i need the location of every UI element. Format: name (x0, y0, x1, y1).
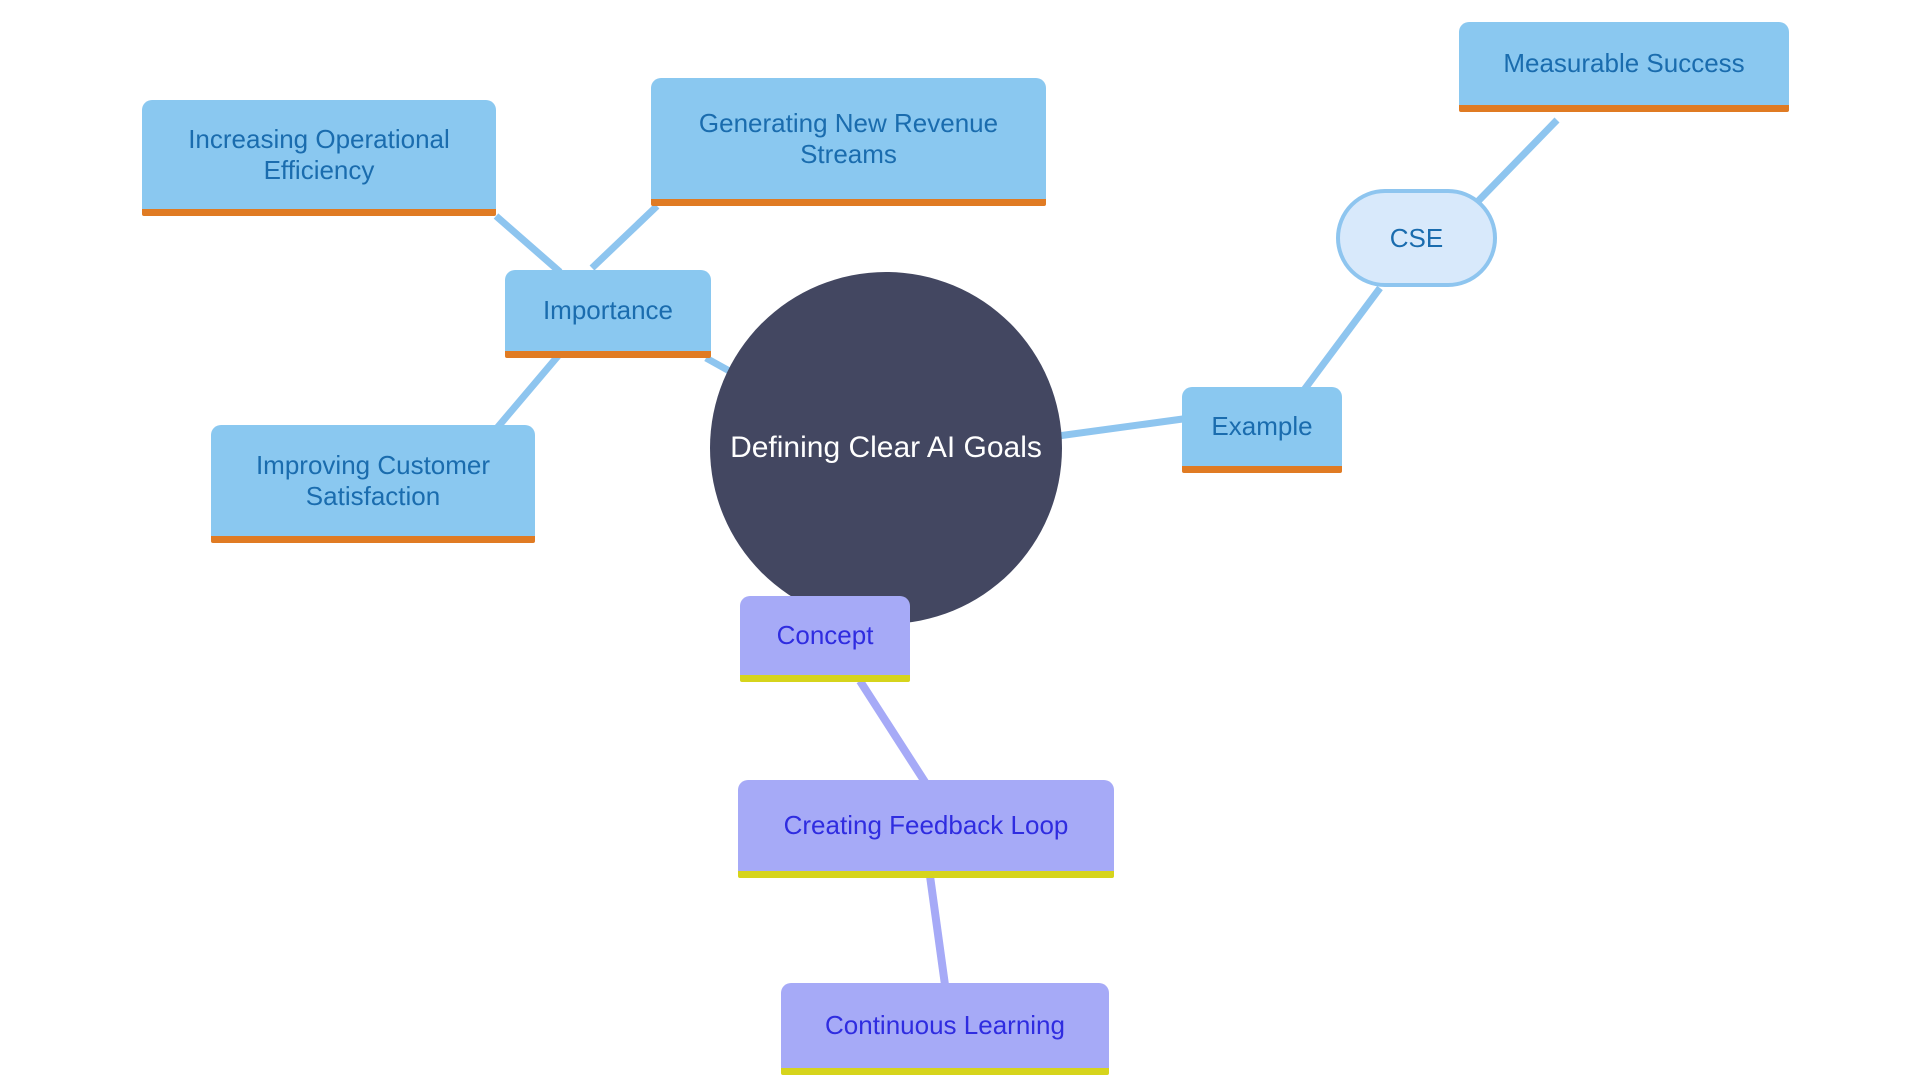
edge-example-to-cse (1298, 285, 1383, 397)
node-concept[interactable]: Concept (740, 596, 910, 682)
node-measurable-success[interactable]: Measurable Success (1459, 22, 1789, 112)
node-example[interactable]: Example (1182, 387, 1342, 473)
center-node[interactable]: Defining Clear AI Goals (710, 272, 1062, 624)
node-feedback-loop-label: Creating Feedback Loop (783, 810, 1069, 841)
edge-increasing-efficiency-to-importance (493, 213, 563, 275)
node-continuous-learning[interactable]: Continuous Learning (781, 983, 1109, 1075)
node-increasing-efficiency[interactable]: Increasing Operational Efficiency (142, 100, 496, 216)
node-feedback-loop[interactable]: Creating Feedback Loop (738, 780, 1114, 878)
edge-center-to-example (1057, 414, 1191, 440)
node-measurable-success-label: Measurable Success (1503, 48, 1745, 79)
node-importance[interactable]: Importance (505, 270, 711, 358)
edge-revenue-streams-to-importance (589, 203, 660, 271)
node-concept-label: Concept (776, 620, 874, 651)
node-customer-satisfaction-label: Improving Customer Satisfaction (255, 449, 491, 511)
node-cse-label: CSE (1389, 222, 1444, 253)
edge-concept-to-feedback-loop (856, 678, 929, 785)
node-revenue-streams[interactable]: Generating New Revenue Streams (651, 78, 1046, 206)
center-node-label: Defining Clear AI Goals (730, 431, 1042, 465)
edge-customer-satisfaction-to-importance (494, 353, 561, 431)
mindmap-canvas: Defining Clear AI Goals Importance Incre… (0, 0, 1920, 1080)
node-importance-label: Importance (542, 295, 674, 326)
node-continuous-learning-label: Continuous Learning (825, 1010, 1065, 1041)
node-example-label: Example (1211, 411, 1313, 442)
node-increasing-efficiency-label: Increasing Operational Efficiency (188, 123, 450, 185)
edge-feedback-loop-to-continuous-learning (926, 875, 949, 986)
node-customer-satisfaction[interactable]: Improving Customer Satisfaction (211, 425, 535, 543)
node-revenue-streams-label: Generating New Revenue Streams (698, 107, 999, 169)
node-cse[interactable]: CSE (1336, 189, 1497, 287)
